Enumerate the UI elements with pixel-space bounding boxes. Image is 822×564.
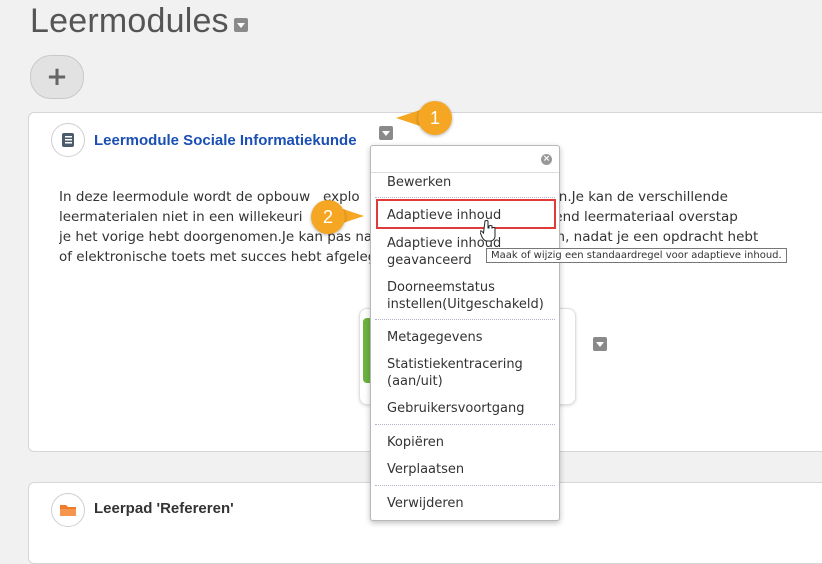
add-module-button[interactable]: + (30, 55, 84, 99)
callout-badge-2: 2 (311, 200, 345, 234)
menu-divider (375, 197, 555, 198)
menu-divider (375, 319, 555, 320)
folder-icon (51, 493, 85, 527)
menu-divider (375, 485, 555, 486)
module-title-link[interactable]: Leermodule Sociale Informatiekunde (94, 132, 357, 149)
menu-item-kopieren[interactable]: Kopiëren (387, 434, 444, 451)
menu-item-verwijderen[interactable]: Verwijderen (387, 495, 464, 512)
page-title: Leermodules (30, 2, 229, 40)
close-icon[interactable]: × (541, 154, 552, 165)
menu-item-statistiekentracering[interactable]: Statistiekentracering (aan/uit) (387, 356, 523, 390)
highlight-box (376, 199, 556, 229)
tooltip: Maak of wijzig een standaardregel voor a… (486, 248, 787, 263)
page-options-caret-icon[interactable] (234, 18, 248, 32)
thumbnail-caret-icon[interactable] (593, 337, 607, 351)
menu-item-doorneemstatus[interactable]: Doorneemstatus instellen(Uitgeschakeld) (387, 279, 544, 313)
menu-header: × (371, 146, 559, 173)
menu-item-metagegevens[interactable]: Metagegevens (387, 329, 482, 346)
module-icon (51, 123, 85, 157)
hand-cursor-icon (480, 220, 496, 242)
module-actions-caret-icon[interactable] (379, 126, 393, 140)
callout-1-pointer (396, 110, 420, 126)
menu-item-bewerken[interactable]: Bewerken (387, 174, 451, 191)
learning-path-title-link[interactable]: Leerpad 'Refereren' (94, 500, 234, 517)
menu-item-verplaatsen[interactable]: Verplaatsen (387, 461, 464, 478)
callout-badge-1: 1 (418, 101, 452, 135)
menu-item-gebruikersvoortgang[interactable]: Gebruikersvoortgang (387, 400, 524, 417)
menu-divider (375, 424, 555, 425)
